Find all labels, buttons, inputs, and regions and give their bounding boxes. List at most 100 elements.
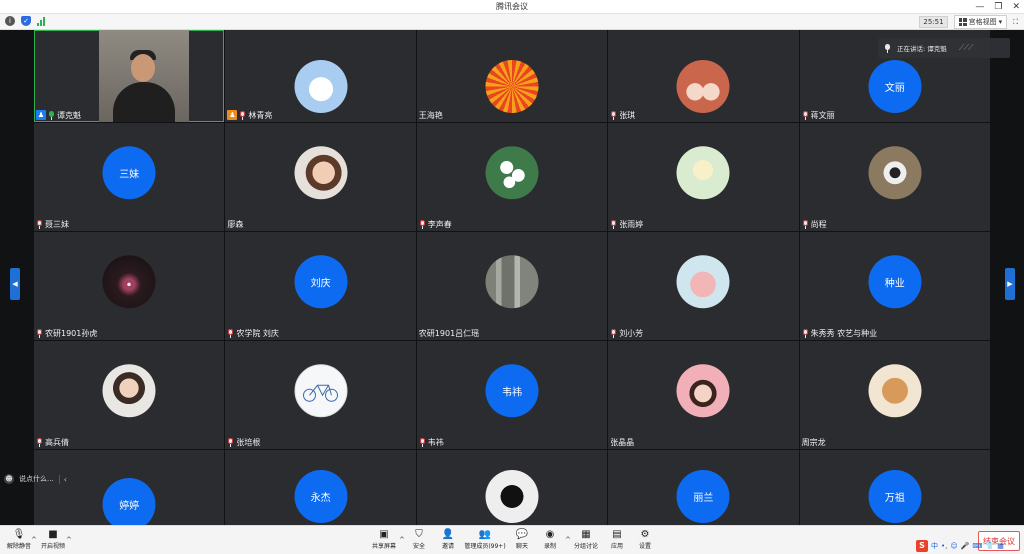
fullscreen-icon[interactable]: ⛶ <box>1013 18 1018 27</box>
participant-tile[interactable]: 丽兰 <box>608 450 799 529</box>
participant-tile[interactable]: 刘庆 农学院 刘庆 <box>225 232 416 340</box>
mic-muted-icon <box>610 328 617 338</box>
avatar <box>485 255 539 309</box>
participant-tile[interactable]: 高兵倩 <box>34 341 225 449</box>
mic-muted-icon <box>36 328 43 338</box>
participant-tile[interactable]: 张雨婷 <box>608 123 799 231</box>
punctuation-icon[interactable]: •, <box>941 542 947 550</box>
participant-tile[interactable]: 张晶晶 <box>608 341 799 449</box>
participant-name: 王海艳 <box>418 110 443 120</box>
participant-tile[interactable]: 张琪 <box>608 30 799 122</box>
participant-tile[interactable]: ♟ 谭克魁 <box>34 30 225 122</box>
title-bar: 腾讯会议 — ❐ ✕ <box>0 0 1024 14</box>
participant-tile[interactable]: 种业 朱秀秀 农艺与种业 <box>799 232 990 340</box>
avatar: 种业 <box>868 255 922 309</box>
settings-button[interactable]: ⚙ 设置 <box>628 528 662 554</box>
info-icon[interactable]: i <box>5 16 15 26</box>
avatar: 万祖 <box>868 470 922 523</box>
share-screen-icon: ▣ <box>379 528 389 540</box>
meeting-info-bar: i ✓ 25:51 宫格视图 ▾ ⛶ <box>0 14 1024 30</box>
ime-tray: S 中 •, ☺ 🎤 ⌨ 👕 ▦ <box>916 539 1004 553</box>
participant-tile[interactable]: 周宗龙 <box>799 341 990 449</box>
invite-button[interactable]: 👤 邀请 <box>431 528 465 554</box>
restore-icon[interactable]: ❐ <box>994 2 1002 12</box>
participant-tile[interactable]: 三妹 聂三妹 <box>34 123 225 231</box>
mic-muted-icon <box>419 219 426 229</box>
participant-tile[interactable]: 永杰 <box>225 450 416 529</box>
chat-bubble-icon: ☻ <box>4 474 14 484</box>
participant-tile[interactable]: ♟ 林青亮 <box>225 30 416 122</box>
participant-video <box>99 30 189 122</box>
signal-icon[interactable] <box>37 16 47 26</box>
avatar: 文丽 <box>868 60 922 113</box>
grid-view-icon <box>958 18 967 26</box>
avatar <box>485 146 539 200</box>
next-page-button[interactable]: ▶ <box>1005 268 1015 300</box>
participant-tile[interactable]: 万祖 <box>799 450 990 529</box>
add-user-icon: 👤 <box>441 528 455 540</box>
participant-tile[interactable]: 刘小芳 <box>608 232 799 340</box>
participant-tile[interactable]: 农研1901孙虎 <box>34 232 225 340</box>
meeting-window: 腾讯会议 — ❐ ✕ i ✓ 25:51 宫格视图 ▾ ⛶ ♟ 谭克魁 ♟ 林青… <box>0 0 1024 554</box>
participant-tile[interactable]: 张培根 <box>225 341 416 449</box>
participant-name: 尚程 <box>802 218 827 230</box>
mic-muted-icon <box>802 328 809 338</box>
avatar <box>294 146 348 200</box>
participant-tile[interactable]: 尚程 <box>799 123 990 231</box>
participant-name: 韦祎 <box>419 436 444 448</box>
participant-name: 张培根 <box>227 436 260 448</box>
emoji-icon[interactable]: ☺ <box>950 542 957 550</box>
participant-tile[interactable]: 李声春 <box>416 123 608 231</box>
host-icon: ♟ <box>36 110 46 120</box>
voice-input-icon[interactable]: 🎤 <box>961 542 970 550</box>
participant-tile[interactable] <box>416 450 608 529</box>
mic-muted-icon <box>610 110 617 120</box>
minimize-icon[interactable]: — <box>975 2 984 12</box>
avatar <box>485 470 539 523</box>
participant-name: 张雨婷 <box>610 218 643 230</box>
participant-name: 蒋文丽 <box>802 109 835 121</box>
breakout-rooms-button[interactable]: ▦ 分组讨论 <box>569 528 603 554</box>
record-button[interactable]: ◉ 录制 <box>533 528 567 554</box>
mic-muted-icon <box>239 110 246 120</box>
participant-tile[interactable]: 廖森 <box>225 123 416 231</box>
chevron-left-icon[interactable]: ‹ <box>58 474 67 484</box>
manage-members-button[interactable]: 👥 管理成员(99+) <box>464 528 505 554</box>
avatar <box>868 146 922 200</box>
chat-input[interactable]: ☻ 说点什么... ‹ <box>4 472 67 486</box>
bicycle-icon <box>303 384 339 402</box>
shield-icon[interactable]: ✓ <box>21 16 31 26</box>
participant-tile[interactable]: 王海艳 <box>416 30 608 122</box>
chevron-down-icon: ▾ <box>998 18 1003 26</box>
share-screen-button[interactable]: ▣ 共享屏幕 <box>367 528 401 554</box>
shield-icon: ⛉ <box>415 528 423 540</box>
drag-handle-icon[interactable]: ⟋⟋⟋ <box>959 43 974 53</box>
close-icon[interactable]: ✕ <box>1012 2 1020 12</box>
participant-tile[interactable]: 农研1901吕仁瑶 <box>416 232 608 340</box>
keyboard-icon[interactable]: ⌨ <box>972 542 982 550</box>
prev-page-button[interactable]: ◀ <box>10 268 20 300</box>
avatar <box>102 255 156 309</box>
video-options-caret[interactable]: ^ <box>66 536 72 544</box>
mic-icon <box>884 43 891 53</box>
avatar <box>868 364 922 418</box>
view-switch-button[interactable]: 宫格视图 ▾ <box>953 15 1008 29</box>
avatar: 韦祎 <box>485 364 539 418</box>
participant-tile[interactable]: 韦祎 韦祎 <box>416 341 608 449</box>
mic-muted-icon <box>802 110 809 120</box>
mic-muted-icon <box>802 219 809 229</box>
tools-icon[interactable]: ▦ <box>997 542 1004 550</box>
start-video-button[interactable]: ■ 开启视频 <box>36 528 70 554</box>
avatar: 丽兰 <box>676 470 730 523</box>
mic-muted-icon: 🎙 <box>12 528 26 540</box>
sogou-logo-icon[interactable]: S <box>916 540 928 552</box>
skin-icon[interactable]: 👕 <box>986 542 995 550</box>
participant-name: 聂三妹 <box>36 218 69 230</box>
participant-tile[interactable]: 婷婷 <box>34 450 225 529</box>
participant-name: 李声春 <box>419 218 452 230</box>
ime-lang[interactable]: 中 <box>931 541 938 551</box>
speaking-indicator: 正在讲话: 谭克魁 ⟋⟋⟋ <box>878 38 1010 58</box>
avatar <box>676 146 730 200</box>
mic-muted-icon <box>227 328 234 338</box>
video-area: ♟ 谭克魁 ♟ 林青亮 王海艳 张琪 文丽 蒋文丽 三妹 聂三妹 廖森 李声春 … <box>0 30 1024 529</box>
